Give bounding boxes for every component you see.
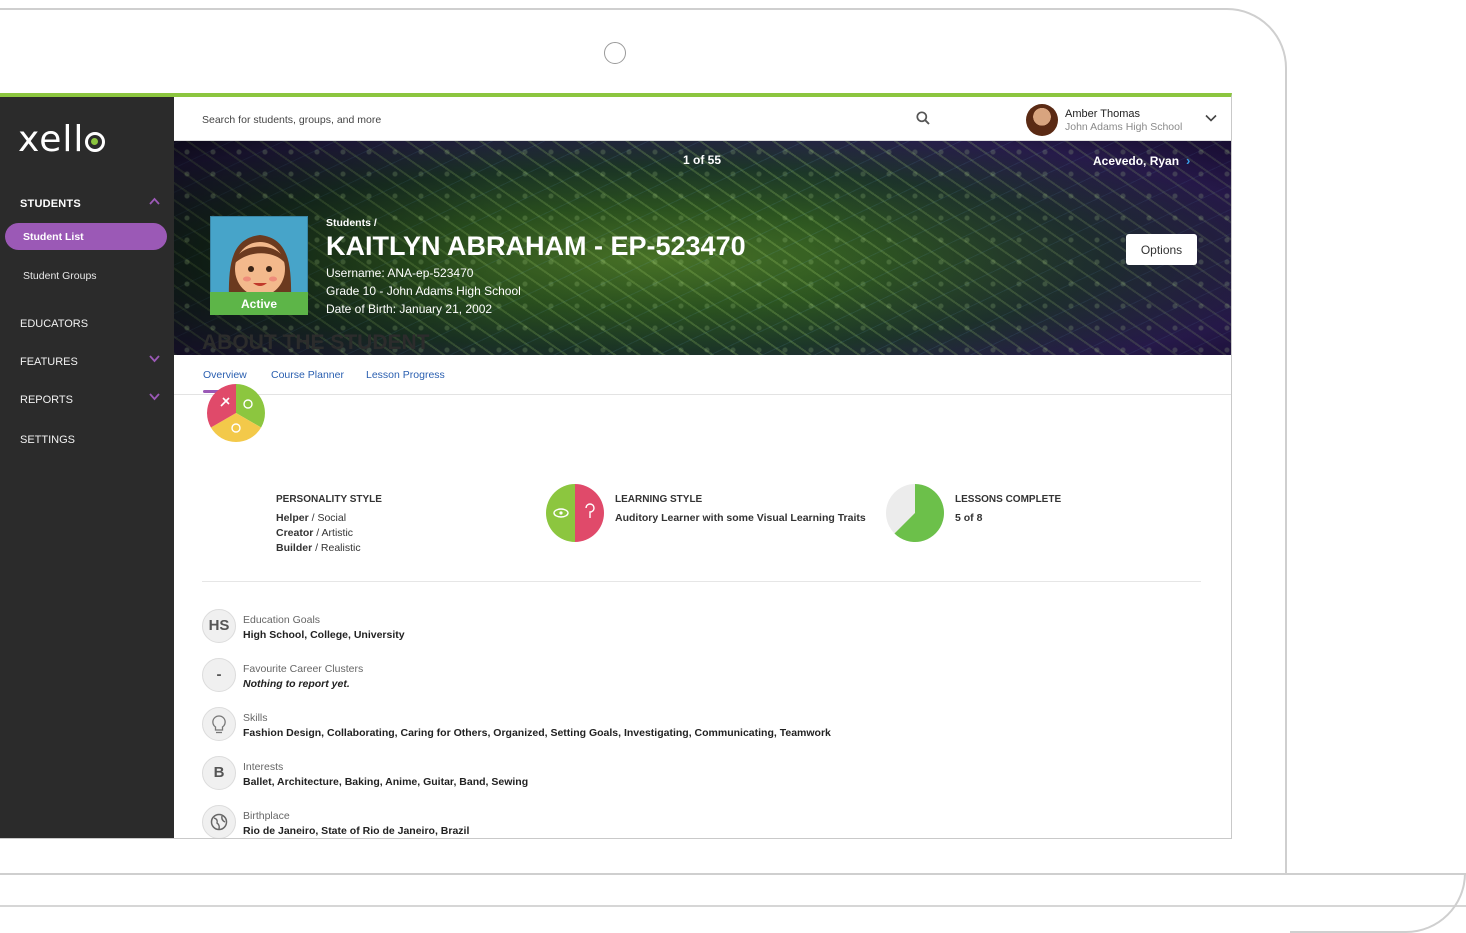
birthplace-label: Birthplace xyxy=(243,810,290,822)
settings-label: SETTINGS xyxy=(20,434,76,446)
about-heading: ABOUT THE STUDENT xyxy=(202,331,430,355)
personality-primary: Helper xyxy=(276,512,309,524)
sidebar: xell STUDENTS Student List Student Group… xyxy=(0,97,174,838)
student-list-label: Student List xyxy=(23,231,84,243)
learning-style-value: Auditory Learner with some Visual Learni… xyxy=(615,512,866,524)
chevron-right-icon[interactable]: › xyxy=(1186,153,1190,168)
section-divider xyxy=(202,581,1201,582)
laptop-base xyxy=(0,873,1466,933)
nav-section-students[interactable]: STUDENTS xyxy=(20,198,81,210)
personality-line: Builder / Realistic xyxy=(276,542,361,554)
globe-icon xyxy=(202,805,236,838)
user-school: John Adams High School xyxy=(1065,121,1183,133)
top-bar: Amber Thomas John Adams High School xyxy=(174,97,1231,141)
learning-style-icon xyxy=(546,484,604,542)
tab-lesson-progress[interactable]: Lesson Progress xyxy=(366,369,445,381)
user-name[interactable]: Amber Thomas xyxy=(1065,108,1140,120)
tab-course-planner[interactable]: Course Planner xyxy=(271,369,344,381)
personality-secondary: / Realistic xyxy=(312,542,361,554)
learning-style-heading: LEARNING STYLE xyxy=(615,494,703,505)
chevron-up-icon[interactable] xyxy=(149,197,160,208)
lightbulb-icon xyxy=(202,707,236,741)
nav-students-label: STUDENTS xyxy=(20,198,81,210)
laptop-camera xyxy=(604,42,626,64)
about-heading-rest: THE STUDENT xyxy=(276,331,430,354)
xello-logo: xell xyxy=(18,119,106,160)
student-dob: Date of Birth: January 21, 2002 xyxy=(326,302,493,316)
educators-label: EDUCATORS xyxy=(20,318,89,330)
lessons-complete-value: 5 of 8 xyxy=(955,512,983,524)
student-pager: 1 of 55 xyxy=(683,153,722,167)
student-username: Username: ANA-ep-523470 xyxy=(326,266,474,280)
lessons-progress-icon xyxy=(886,484,944,542)
sidebar-item-features[interactable]: FEATURES xyxy=(20,356,78,368)
sidebar-item-settings[interactable]: SETTINGS xyxy=(20,434,75,446)
career-clusters-value: Nothing to report yet. xyxy=(243,678,350,690)
options-button[interactable]: Options xyxy=(1126,234,1197,265)
features-label: FEATURES xyxy=(20,356,78,368)
personality-style-heading: PERSONALITY STYLE xyxy=(276,494,382,505)
personality-secondary: / Artistic xyxy=(313,527,354,539)
chevron-down-icon[interactable] xyxy=(149,393,160,404)
user-avatar[interactable] xyxy=(1026,104,1058,136)
search-input[interactable] xyxy=(202,109,882,131)
breadcrumb[interactable]: Students / xyxy=(326,217,377,229)
app-screen: xell STUDENTS Student List Student Group… xyxy=(0,93,1232,839)
career-clusters-icon: - xyxy=(202,658,236,692)
student-groups-label: Student Groups xyxy=(23,270,97,282)
skills-label: Skills xyxy=(243,712,268,724)
sidebar-item-student-groups[interactable]: Student Groups xyxy=(23,270,97,282)
interests-icon: B xyxy=(202,756,236,790)
next-student-link[interactable]: Acevedo, Ryan xyxy=(1093,154,1179,168)
tab-overview[interactable]: Overview xyxy=(203,369,247,381)
status-badge: Active xyxy=(210,292,308,315)
about-heading-bold: ABOUT xyxy=(202,331,277,354)
chevron-down-icon[interactable] xyxy=(149,355,160,366)
interests-value: Ballet, Architecture, Baking, Anime, Gui… xyxy=(243,776,529,788)
sidebar-item-educators[interactable]: EDUCATORS xyxy=(20,318,88,330)
education-goals-icon: HS xyxy=(202,609,236,643)
tab-bar: Overview Course Planner Lesson Progress xyxy=(174,355,1231,395)
career-clusters-label: Favourite Career Clusters xyxy=(243,663,364,675)
student-id: - EP-523470 xyxy=(586,231,746,261)
user-menu-chevron-icon[interactable] xyxy=(1204,111,1218,125)
student-hero-banner: 1 of 55 Acevedo, Ryan › Active Students … xyxy=(174,141,1231,355)
sidebar-item-student-list[interactable]: Student List xyxy=(5,223,167,250)
personality-style-icon xyxy=(207,384,265,442)
personality-line: Helper / Social xyxy=(276,512,346,524)
personality-line: Creator / Artistic xyxy=(276,527,353,539)
student-name: KAITLYN ABRAHAM xyxy=(326,231,587,261)
lessons-complete-heading: LESSONS COMPLETE xyxy=(955,494,1062,505)
skills-value: Fashion Design, Collaborating, Caring fo… xyxy=(243,727,831,739)
personality-primary: Builder xyxy=(276,542,313,554)
student-grade: Grade 10 - John Adams High School xyxy=(326,284,521,298)
reports-label: REPORTS xyxy=(20,394,73,406)
interests-label: Interests xyxy=(243,761,284,773)
search-icon[interactable] xyxy=(916,111,930,125)
personality-secondary: / Social xyxy=(308,512,347,524)
sidebar-item-reports[interactable]: REPORTS xyxy=(20,394,73,406)
page-title: KAITLYN ABRAHAM - EP-523470 xyxy=(326,231,746,262)
laptop-base-edge xyxy=(0,905,1466,907)
personality-primary: Creator xyxy=(276,527,314,539)
education-goals-value: High School, College, University xyxy=(243,629,405,641)
birthplace-value: Rio de Janeiro, State of Rio de Janeiro,… xyxy=(243,825,470,837)
education-goals-label: Education Goals xyxy=(243,614,321,626)
